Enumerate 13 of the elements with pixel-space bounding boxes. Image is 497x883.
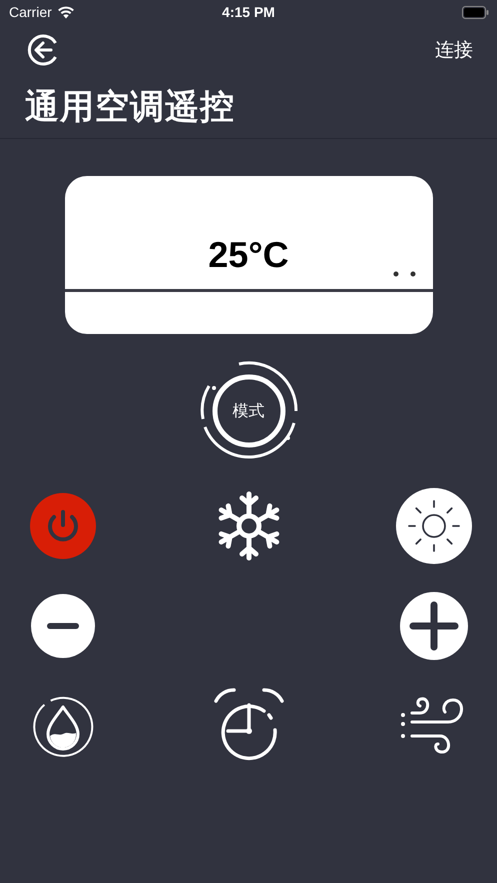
dehumidify-button[interactable] [31, 694, 95, 758]
wifi-icon [56, 6, 75, 18]
temperature-reading: 25°C [208, 234, 289, 276]
indicator-dots-icon [392, 271, 416, 277]
connect-button[interactable]: 连接 [435, 37, 473, 63]
temperature-up-button[interactable] [400, 592, 468, 660]
carrier-label: Carrier [9, 4, 52, 20]
page-title: 通用空调遥控 [25, 86, 235, 129]
status-time: 4:15 PM [222, 4, 275, 20]
temperature-down-button[interactable] [31, 594, 95, 658]
battery-icon [462, 6, 489, 18]
power-button[interactable] [30, 493, 96, 559]
heat-mode-button[interactable] [396, 488, 472, 564]
